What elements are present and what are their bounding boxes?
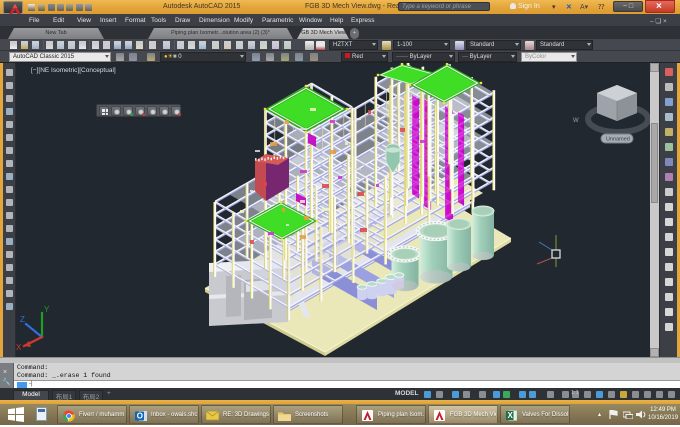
svg-text:Y: Y xyxy=(44,305,50,314)
svg-text:Z: Z xyxy=(20,315,25,324)
svg-text:O: O xyxy=(137,411,143,420)
svg-text:X: X xyxy=(16,343,22,352)
svg-text:Unnamed: Unnamed xyxy=(606,137,630,143)
svg-text:X: X xyxy=(508,411,514,420)
svg-text:W: W xyxy=(573,118,579,124)
